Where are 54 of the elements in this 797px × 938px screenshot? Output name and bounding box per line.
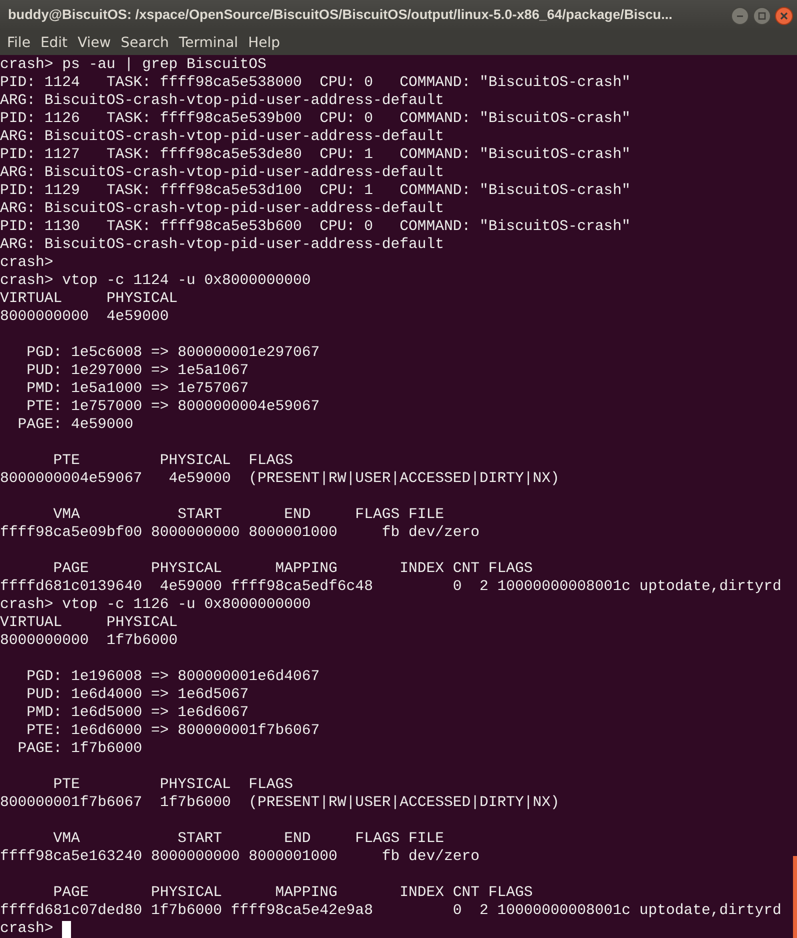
terminal-line: ffff98ca5e163240 8000000000 8000001000 fb dev/zero bbox=[0, 849, 480, 865]
terminal-line: PID: 1130 TASK: ffff98ca5e53b600 CPU: 0 COMMAND: "BiscuitOS-crash" bbox=[0, 219, 630, 235]
terminal-line: ARG: BiscuitOS-crash-vtop-pid-user-address-default bbox=[0, 93, 444, 109]
close-icon bbox=[780, 12, 788, 20]
scrollbar-thumb[interactable] bbox=[793, 856, 797, 938]
terminal-line: PGD: 1e196008 => 800000001e6d4067 bbox=[26, 669, 320, 685]
terminal-line: 8000000004e59067 4e59000 (PRESENT|RW|USER|ACCESSED|DIRTY|NX) bbox=[0, 471, 560, 487]
terminal-line: PID: 1124 TASK: ffff98ca5e538000 CPU: 0 COMMAND: "BiscuitOS-crash" bbox=[0, 75, 630, 91]
terminal-line: ffffd681c07ded80 1f7b6000 ffff98ca5e42e9a8 0 2 10000000008001c uptodate,dirtyrd bbox=[0, 903, 782, 919]
terminal-line: crash> vtop -c 1126 -u 0x8000000000 bbox=[0, 597, 311, 613]
maximize-button[interactable] bbox=[753, 6, 771, 24]
terminal-line: VIRTUAL PHYSICAL bbox=[0, 291, 178, 307]
terminal-line: crash> bbox=[0, 255, 54, 271]
terminal-line: ARG: BiscuitOS-crash-vtop-pid-user-address-default bbox=[0, 165, 444, 181]
close-button[interactable] bbox=[775, 6, 793, 24]
terminal-line: ARG: BiscuitOS-crash-vtop-pid-user-address-default bbox=[0, 237, 444, 253]
menu-item[interactable]: Terminal bbox=[174, 32, 244, 54]
menu-item[interactable]: Edit bbox=[35, 32, 73, 54]
terminal-line: PGD: 1e5c6008 => 800000001e297067 bbox=[26, 345, 320, 361]
terminal-line: 800000001f7b6067 1f7b6000 (PRESENT|RW|USER|ACCESSED|DIRTY|NX) bbox=[0, 795, 560, 811]
terminal-line: 8000000000 4e59000 bbox=[0, 309, 169, 325]
terminal-line: ffff98ca5e09bf00 8000000000 8000001000 fb dev/zero bbox=[0, 525, 480, 541]
terminal-line: 8000000000 1f7b6000 bbox=[0, 633, 178, 649]
terminal-line: PUD: 1e6d4000 => 1e6d5067 bbox=[26, 687, 249, 703]
maximize-icon bbox=[758, 12, 766, 20]
terminal-line: VIRTUAL PHYSICAL bbox=[0, 615, 178, 631]
terminal-line: PMD: 1e5a1000 => 1e757067 bbox=[26, 381, 249, 397]
terminal-line: crash> ps -au | grep BiscuitOS bbox=[0, 57, 266, 73]
menu-item[interactable]: Help bbox=[243, 32, 285, 54]
menu-item[interactable]: File bbox=[2, 32, 36, 54]
menu-item[interactable]: Search bbox=[116, 32, 174, 54]
terminal-line: ARG: BiscuitOS-crash-vtop-pid-user-address-default bbox=[0, 201, 444, 217]
terminal-line: PAGE: 4e59000 bbox=[16, 417, 134, 433]
terminal-line: PAGE PHYSICAL MAPPING INDEX CNT FLAGS bbox=[52, 561, 533, 577]
terminal-line: PUD: 1e297000 => 1e5a1067 bbox=[26, 363, 249, 379]
terminal-line: PAGE PHYSICAL MAPPING INDEX CNT FLAGS bbox=[52, 885, 533, 901]
terminal-line: PAGE: 1f7b6000 bbox=[16, 741, 142, 757]
terminal-line: PID: 1129 TASK: ffff98ca5e53d100 CPU: 1 COMMAND: "BiscuitOS-crash" bbox=[0, 183, 630, 199]
terminal-line: VMA START END FLAGS FILE bbox=[52, 831, 444, 847]
terminal-line: VMA START END FLAGS FILE bbox=[52, 507, 444, 523]
menu-item[interactable]: View bbox=[72, 32, 116, 54]
terminal-line: PTE PHYSICAL FLAGS bbox=[52, 777, 294, 793]
terminal-line: PID: 1127 TASK: ffff98ca5e53de80 CPU: 1 COMMAND: "BiscuitOS-crash" bbox=[0, 147, 630, 163]
terminal-line: PTE: 1e6d6000 => 800000001f7b6067 bbox=[26, 723, 320, 739]
terminal-prompt: crash> bbox=[0, 920, 54, 938]
terminal-line: ARG: BiscuitOS-crash-vtop-pid-user-address-default bbox=[0, 129, 444, 145]
terminal-line: PTE PHYSICAL FLAGS bbox=[52, 453, 294, 469]
terminal-line: PMD: 1e6d5000 => 1e6d6067 bbox=[26, 705, 249, 721]
minimize-button[interactable] bbox=[731, 6, 749, 24]
terminal-line: PTE: 1e757000 => 8000000004e59067 bbox=[26, 399, 320, 415]
terminal-line: crash> vtop -c 1124 -u 0x8000000000 bbox=[0, 273, 311, 289]
window-title: buddy@BiscuitOS: /xspace/OpenSource/BiscuitOS/BiscuitOS/output/linux-5.0-x86_64/package/Biscu... bbox=[8, 6, 674, 24]
terminal-line: ffffd681c0139640 4e59000 ffff98ca5edf6c48 0 2 10000000008001c uptodate,dirtyrd bbox=[0, 579, 782, 595]
terminal-line: PID: 1126 TASK: ffff98ca5e539b00 CPU: 0 COMMAND: "BiscuitOS-crash" bbox=[0, 111, 630, 127]
